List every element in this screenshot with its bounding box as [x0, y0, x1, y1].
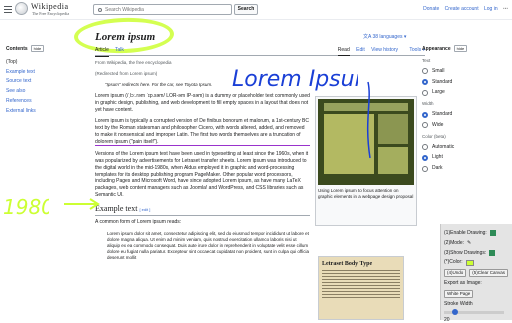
toc-item-source-text[interactable]: Source text: [6, 78, 66, 85]
radio-selected-icon: [422, 111, 428, 118]
color-dark-option[interactable]: Dark: [422, 165, 508, 172]
handwritten-1980s: 1980s: [3, 195, 49, 219]
toc-item-top[interactable]: (Top): [6, 59, 66, 66]
handwritten-text: 1980s: [3, 195, 49, 219]
enable-drawing-label: (1)Enable Drawing:: [444, 230, 487, 236]
search-button[interactable]: Search: [234, 4, 258, 15]
section-intro: A common form of Lorem ipsum reads:: [95, 219, 182, 226]
color-label: Color (beta): [422, 133, 446, 139]
radio-icon: [422, 144, 428, 151]
image-caption: Using Lorem ipsum to focus attention on …: [318, 188, 414, 200]
toc-item-references[interactable]: References: [6, 98, 66, 105]
wikipedia-logo[interactable]: [15, 2, 28, 15]
color-label: (*)Color:: [444, 259, 463, 266]
text-size-label: Text: [422, 57, 431, 63]
toc-item-example-text[interactable]: Example text: [6, 69, 66, 76]
view-tabs: Read Edit View history Tools ▾: [333, 47, 425, 56]
search-input[interactable]: [105, 6, 225, 14]
show-drawings-label: (3)Show Drawings:: [444, 249, 487, 256]
enable-drawing-checkbox[interactable]: [489, 230, 496, 237]
table-of-contents: Contents hide (Top) Example text Source t…: [6, 45, 66, 114]
main-menu-icon[interactable]: [4, 6, 12, 13]
toc-item-external-links[interactable]: External links: [6, 108, 66, 115]
width-standard-option[interactable]: Standard: [422, 111, 508, 118]
page-title: Lorem ipsum: [95, 31, 156, 43]
undo-button[interactable]: (4)Undo: [444, 269, 467, 278]
tab-edit[interactable]: Edit: [356, 47, 365, 53]
color-swatch[interactable]: [465, 259, 474, 266]
text-large-option[interactable]: Large: [422, 89, 508, 96]
drawing-panel: (1)Enable Drawing: (2)Mode: ✎ (3)Show Dra…: [440, 224, 512, 323]
hatnote: "Ipsum" redirects here. For the car, see…: [105, 82, 213, 88]
show-drawings-checkbox[interactable]: [489, 249, 496, 256]
tab-read[interactable]: Read: [337, 47, 350, 56]
tab-view-history[interactable]: View history: [371, 47, 398, 53]
text-standard-option[interactable]: Standard: [422, 79, 508, 86]
tagline: The Free Encyclopedia: [32, 11, 70, 16]
page-tabs: Article Talk Read Edit View history Tool…: [95, 46, 425, 57]
radio-icon: [422, 122, 428, 129]
section-edit-link[interactable]: [ edit ]: [139, 207, 150, 212]
tab-talk[interactable]: Talk: [115, 47, 124, 54]
appearance-hide-button[interactable]: hide: [453, 45, 468, 53]
login-link[interactable]: Log in: [484, 6, 498, 12]
create-account-link[interactable]: Create account: [445, 6, 479, 12]
radio-icon: [422, 89, 428, 96]
stroke-width-slider[interactable]: [444, 308, 504, 315]
radio-icon: [422, 165, 428, 172]
export-label: Export as Image:: [444, 280, 482, 287]
width-label: Width: [422, 101, 434, 107]
radio-icon: [422, 68, 428, 75]
radio-selected-icon: [422, 78, 428, 85]
letraset-title: Letraset Body Type: [322, 261, 373, 267]
slider-handle[interactable]: [452, 308, 458, 315]
toc-hide-button[interactable]: hide: [30, 45, 45, 53]
redirect-note: (Redirected from Lorem ipsum): [95, 71, 158, 77]
pen-mode-icon[interactable]: ✎: [467, 240, 471, 247]
letraset-image[interactable]: Letraset Body Type: [318, 256, 404, 320]
paragraph-1: Lorem ipsum (/ˌlɔː.rəm ˈɪp.səm/ LOR-əm I…: [95, 93, 310, 113]
language-button[interactable]: 文A 38 languages ▾: [363, 34, 406, 41]
width-wide-option[interactable]: Wide: [422, 122, 508, 129]
donate-link[interactable]: Donate: [423, 6, 439, 12]
appearance-panel: Appearance hide Text Small Standard Large…: [422, 45, 508, 172]
infobox-figure: Using Lorem ipsum to focus attention on …: [315, 96, 417, 226]
radio-selected-icon: [422, 154, 428, 161]
export-white-page-button[interactable]: White Page: [444, 289, 474, 298]
personal-tools: Donate Create account Log in ⋯: [419, 6, 508, 13]
section-heading-example-text: Example text [ edit ]: [95, 204, 310, 217]
page-header: Wikipedia The Free Encyclopedia Search D…: [0, 0, 512, 20]
mode-label: (2)Mode:: [444, 239, 465, 246]
stroke-width-label: Stroke Width: [444, 300, 473, 307]
tab-article[interactable]: Article: [95, 47, 109, 57]
toc-title: Contents: [6, 46, 28, 52]
paragraph-2: Lorem ipsum is typically a corrupted ver…: [95, 118, 310, 147]
lorem-quote: Lorem ipsum dolor sit amet, consectetur …: [107, 231, 310, 261]
article-body: From Wikipedia, the free encyclopedia (R…: [95, 60, 310, 267]
appearance-title: Appearance: [422, 46, 451, 52]
paragraph-3: Versions of the Lorem ipsum text have be…: [95, 151, 309, 198]
more-options-icon[interactable]: ⋯: [503, 6, 508, 12]
text-small-option[interactable]: Small: [422, 68, 508, 75]
color-light-option[interactable]: Light: [422, 154, 508, 161]
color-automatic-option[interactable]: Automatic: [422, 144, 508, 151]
site-sub: From Wikipedia, the free encyclopedia: [95, 60, 172, 65]
webpage-design-image[interactable]: [318, 99, 414, 185]
toc-item-see-also[interactable]: See also: [6, 88, 66, 95]
search-icon: [98, 8, 102, 12]
clear-canvas-button[interactable]: (5)Clear Canvas: [469, 269, 509, 278]
search-box[interactable]: [93, 4, 232, 15]
